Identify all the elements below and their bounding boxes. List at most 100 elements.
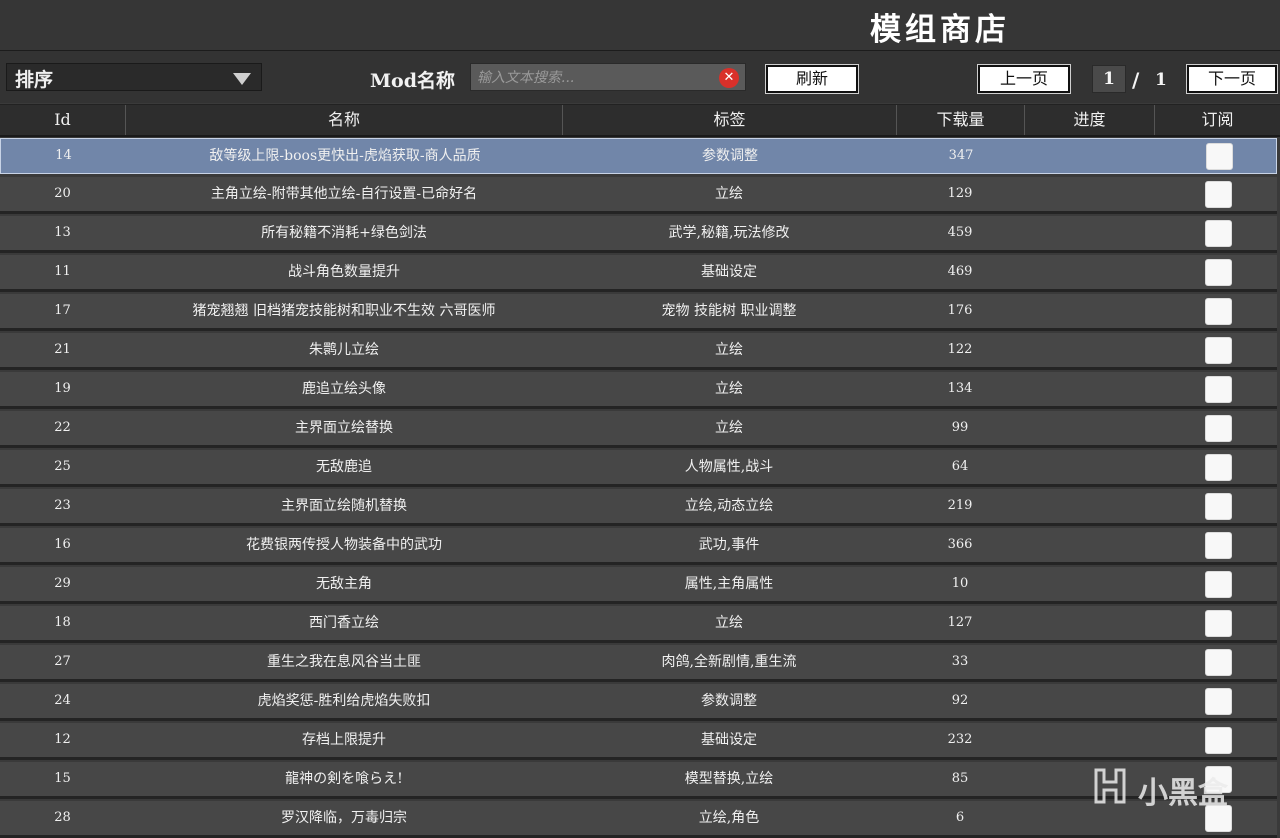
table-row[interactable]: 11 战斗角色数量提升 基础设定 469	[0, 255, 1277, 292]
cell-downloads: 10	[951, 576, 969, 591]
cell-tags: 参数调整	[701, 693, 757, 709]
cell-progress	[1024, 411, 1154, 445]
cell-downloads: 219	[947, 498, 973, 513]
cell-tags: 立绘	[715, 420, 743, 436]
cell-progress	[1024, 255, 1154, 289]
cell-downloads: 134	[947, 381, 973, 396]
subscribe-checkbox[interactable]	[1205, 298, 1232, 325]
table-row[interactable]: 27 重生之我在息风谷当土匪 肉鸽,全新剧情,重生流 33	[0, 645, 1277, 682]
cell-progress	[1024, 528, 1154, 562]
cell-name: 战斗角色数量提升	[288, 264, 400, 280]
column-header-tags[interactable]: 标签	[563, 105, 897, 135]
table-header: Id 名称 标签 下载量 进度 订阅	[0, 104, 1280, 137]
subscribe-checkbox[interactable]	[1205, 532, 1232, 559]
prev-page-button[interactable]: 上一页	[977, 64, 1071, 94]
cell-downloads: 85	[951, 771, 969, 786]
cell-id: 28	[54, 810, 71, 825]
cell-downloads: 459	[947, 225, 973, 240]
table-row[interactable]: 15 龍神の剣を喰らえ! 模型替换,立绘 85	[0, 762, 1277, 799]
table-row[interactable]: 28 罗汉降临，万毒归宗 立绘,角色 6	[0, 801, 1277, 838]
subscribe-checkbox[interactable]	[1205, 259, 1232, 286]
subscribe-checkbox[interactable]	[1205, 415, 1232, 442]
toolbar: 排序 Mod名称 ✕ 刷新 上一页 1 / 1 下一页	[0, 51, 1280, 103]
table-row[interactable]: 29 无敌主角 属性,主角属性 10	[0, 567, 1277, 604]
table-row[interactable]: 21 朱鹮儿立绘 立绘 122	[0, 333, 1277, 370]
subscribe-checkbox[interactable]	[1205, 337, 1232, 364]
cell-progress	[1024, 333, 1154, 367]
cell-downloads: 232	[947, 732, 973, 747]
cell-progress	[1024, 606, 1154, 640]
subscribe-checkbox[interactable]	[1205, 181, 1232, 208]
subscribe-checkbox[interactable]	[1205, 727, 1232, 754]
subscribe-checkbox[interactable]	[1205, 376, 1232, 403]
table-row[interactable]: 12 存档上限提升 基础设定 232	[0, 723, 1277, 760]
cell-progress	[1024, 489, 1154, 523]
cell-name: 花费银两传授人物装备中的武功	[246, 537, 442, 553]
cell-progress	[1024, 372, 1154, 406]
sort-label: 排序	[15, 69, 54, 91]
subscribe-checkbox[interactable]	[1205, 688, 1232, 715]
table-row[interactable]: 16 花费银两传授人物装备中的武功 武功,事件 366	[0, 528, 1277, 565]
column-header-subscribe[interactable]: 订阅	[1155, 105, 1280, 135]
subscribe-checkbox[interactable]	[1205, 220, 1232, 247]
table-row[interactable]: 24 虎焰奖惩-胜利给虎焰失败扣 参数调整 92	[0, 684, 1277, 721]
search-box: ✕	[470, 63, 746, 91]
chevron-down-icon	[233, 73, 251, 85]
cell-id: 11	[54, 264, 71, 279]
column-header-name[interactable]: 名称	[126, 105, 563, 135]
table-row[interactable]: 19 鹿追立绘头像 立绘 134	[0, 372, 1277, 409]
table-row[interactable]: 20 主角立绘-附带其他立绘-自行设置-已命好名 立绘 129	[0, 177, 1277, 214]
refresh-button[interactable]: 刷新	[765, 64, 859, 94]
cell-id: 13	[54, 225, 71, 240]
watermark-text: 小黑盒	[1138, 776, 1228, 811]
cell-tags: 立绘	[715, 186, 743, 202]
cell-tags: 基础设定	[701, 732, 757, 748]
subscribe-checkbox[interactable]	[1205, 649, 1232, 676]
subscribe-checkbox[interactable]	[1206, 143, 1233, 170]
clear-icon[interactable]: ✕	[719, 68, 739, 88]
cell-name: 猪宠翘翘 旧档猪宠技能树和职业不生效 六哥医师	[192, 303, 496, 319]
search-input[interactable]	[475, 66, 719, 90]
table-row[interactable]: 18 西门香立绘 立绘 127	[0, 606, 1277, 643]
heybox-logo-icon	[1094, 768, 1126, 804]
cell-name: 存档上限提升	[302, 732, 386, 748]
cell-progress	[1024, 645, 1154, 679]
table-row[interactable]: 17 猪宠翘翘 旧档猪宠技能树和职业不生效 六哥医师 宠物 技能树 职业调整 176	[0, 294, 1277, 331]
cell-progress	[1024, 177, 1154, 211]
subscribe-checkbox[interactable]	[1205, 610, 1232, 637]
subscribe-checkbox[interactable]	[1205, 493, 1232, 520]
cell-id: 17	[54, 303, 71, 318]
cell-id: 20	[54, 186, 71, 201]
table-row[interactable]: 14 敌等级上限-boos更快出-虎焰获取-商人品质 参数调整 347	[0, 138, 1277, 174]
cell-tags: 立绘	[715, 381, 743, 397]
table-row[interactable]: 25 无敌鹿追 人物属性,战斗 64	[0, 450, 1277, 487]
current-page-input[interactable]: 1	[1092, 65, 1126, 93]
next-page-button[interactable]: 下一页	[1186, 64, 1278, 94]
cell-id: 14	[55, 148, 72, 163]
table-row[interactable]: 23 主界面立绘随机替换 立绘,动态立绘 219	[0, 489, 1277, 526]
cell-name: 主界面立绘替换	[295, 420, 393, 436]
cell-id: 19	[54, 381, 71, 396]
table-row[interactable]: 13 所有秘籍不消耗+绿色剑法 武学,秘籍,玩法修改 459	[0, 216, 1277, 253]
subscribe-checkbox[interactable]	[1205, 454, 1232, 481]
cell-downloads: 347	[948, 148, 974, 163]
cell-name: 鹿追立绘头像	[302, 381, 386, 397]
cell-progress	[1024, 294, 1154, 328]
cell-progress	[1024, 723, 1154, 757]
column-header-downloads[interactable]: 下载量	[897, 105, 1025, 135]
table-row[interactable]: 22 主界面立绘替换 立绘 99	[0, 411, 1277, 448]
watermark: 小黑盒	[1088, 762, 1248, 812]
sort-dropdown[interactable]: 排序	[6, 63, 262, 91]
cell-name: 朱鹮儿立绘	[309, 342, 379, 358]
subscribe-checkbox[interactable]	[1205, 571, 1232, 598]
cell-tags: 立绘	[715, 342, 743, 358]
cell-downloads: 469	[947, 264, 973, 279]
page-title: 模组商店	[870, 12, 1010, 48]
column-header-id[interactable]: Id	[0, 105, 126, 135]
cell-id: 23	[54, 498, 71, 513]
cell-id: 21	[54, 342, 71, 357]
cell-id: 22	[54, 420, 71, 435]
cell-name: 所有秘籍不消耗+绿色剑法	[261, 225, 427, 241]
column-header-progress[interactable]: 进度	[1025, 105, 1155, 135]
cell-name: 主界面立绘随机替换	[281, 498, 407, 514]
